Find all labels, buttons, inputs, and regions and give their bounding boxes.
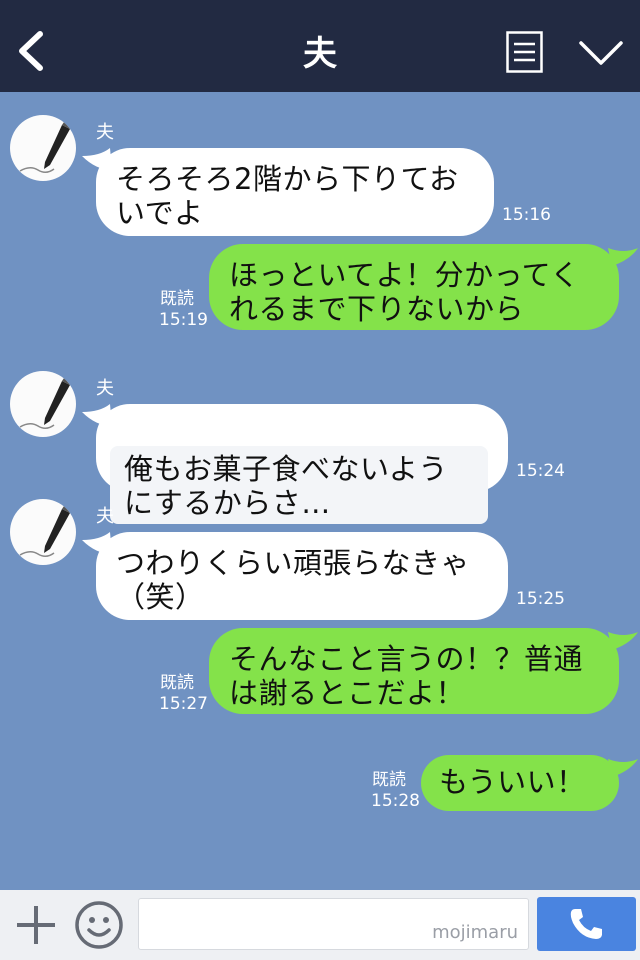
back-icon[interactable] [14, 30, 48, 72]
avatar[interactable] [10, 115, 76, 181]
pen-icon [19, 375, 72, 429]
plus-icon[interactable] [14, 903, 58, 947]
avatar[interactable] [10, 371, 76, 437]
chat-title: 夫 [303, 34, 337, 74]
message-bubble[interactable]: もういい！ [421, 755, 619, 811]
bubble-tail [608, 632, 638, 650]
bubble-tail [608, 759, 638, 777]
message-input[interactable]: mojimaru [138, 898, 529, 950]
message-bubble[interactable]: そんなこと言うの！？普通 は謝るとこだよ！ [209, 628, 619, 714]
read-receipt: 既読 [160, 289, 194, 309]
bubble-tail [608, 248, 638, 266]
avatar[interactable] [10, 499, 76, 565]
chat-header: 夫 [0, 0, 640, 92]
message-time: 15:27 [159, 694, 208, 714]
message-bubble[interactable]: そろそろ2階から下りてお いでよ [96, 148, 494, 236]
message-time: 15:24 [516, 461, 565, 481]
watermark: mojimaru [432, 922, 518, 943]
read-receipt: 既読 [160, 673, 194, 693]
message-time: 15:16 [502, 205, 551, 225]
chevron-down-icon[interactable] [578, 38, 624, 68]
message-bubble[interactable]: ほっといてよ！分かってく れるまで下りないから [209, 244, 619, 330]
read-receipt: 既読 [372, 770, 406, 790]
call-button[interactable] [537, 897, 636, 951]
message-time: 15:19 [159, 310, 208, 330]
message-bubble[interactable]: つわりくらい頑張らなきゃ （笑） [96, 532, 508, 620]
message-time: 15:25 [516, 589, 565, 609]
message-text: 俺もお菓子食べないよう にするからさ… [110, 446, 488, 524]
sender-name: 夫 [96, 378, 114, 399]
message-list[interactable]: 夫 そろそろ2階から下りてお いでよ 15:16 既読 15:19 ほっといてよ… [0, 92, 640, 890]
phone-icon [570, 909, 602, 939]
message-time: 15:28 [371, 791, 420, 811]
notes-menu-icon[interactable] [506, 31, 543, 73]
pen-icon [19, 503, 72, 557]
pen-icon [19, 119, 72, 173]
sender-name: 夫 [96, 122, 114, 143]
smile-icon[interactable] [74, 900, 124, 950]
sender-name: 夫 [96, 506, 114, 527]
message-bubble[interactable]: 俺もお菓子食べないよう にするからさ… [96, 404, 508, 524]
